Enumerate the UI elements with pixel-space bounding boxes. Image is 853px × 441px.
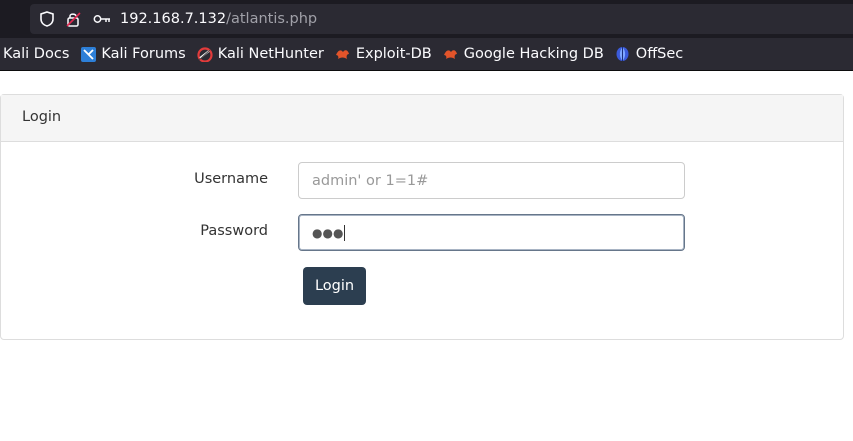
- bookmark-label: Google Hacking DB: [463, 46, 604, 62]
- bookmark-exploit-db[interactable]: Exploit-DB: [335, 38, 432, 71]
- password-dots: ●●●: [312, 225, 344, 240]
- key-icon[interactable]: [92, 4, 112, 34]
- bookmark-offsec[interactable]: OffSec: [615, 38, 684, 71]
- shield-icon[interactable]: [38, 4, 56, 34]
- login-button[interactable]: Login: [303, 267, 366, 305]
- insecure-lock-icon[interactable]: [65, 4, 83, 34]
- exploit-db-icon: [335, 46, 351, 62]
- password-input[interactable]: [298, 214, 685, 251]
- username-input[interactable]: [298, 162, 685, 199]
- bookmark-label: OffSec: [635, 46, 684, 62]
- panel-heading: Login: [1, 95, 843, 142]
- browser-toolbar: 192.168.7.132/atlantis.php: [0, 0, 853, 38]
- url-text[interactable]: 192.168.7.132/atlantis.php: [120, 4, 317, 34]
- password-mask: ●●●: [312, 214, 346, 251]
- text-caret: [344, 224, 346, 241]
- username-label: Username: [194, 171, 268, 187]
- url-bar[interactable]: 192.168.7.132/atlantis.php: [30, 4, 853, 34]
- bookmark-label: Kali Forums: [101, 46, 186, 62]
- bookmark-label: Kali NetHunter: [217, 46, 324, 62]
- kali-nethunter-icon: [197, 46, 213, 62]
- bookmark-kali-docs[interactable]: Kali Docs: [3, 38, 69, 71]
- bookmark-label: Kali Docs: [3, 46, 70, 62]
- password-label: Password: [200, 223, 268, 239]
- bookmark-kali-nethunter[interactable]: Kali NetHunter: [197, 38, 324, 71]
- bookmark-label: Exploit-DB: [355, 46, 432, 62]
- offsec-icon: [615, 46, 631, 62]
- login-panel: Login Username Password ●●● Login: [0, 94, 844, 340]
- url-path: /atlantis.php: [226, 11, 318, 27]
- bookmark-google-hacking-db[interactable]: Google Hacking DB: [443, 38, 604, 71]
- bookmark-kali-forums[interactable]: Kali Forums: [80, 38, 186, 71]
- kali-forums-icon: [80, 46, 96, 62]
- bookmarks-bar: Kali Docs Kali Forums Kali NetHunter Exp…: [0, 38, 853, 71]
- url-host: 192.168.7.132: [120, 11, 227, 27]
- google-hacking-db-icon: [443, 46, 459, 62]
